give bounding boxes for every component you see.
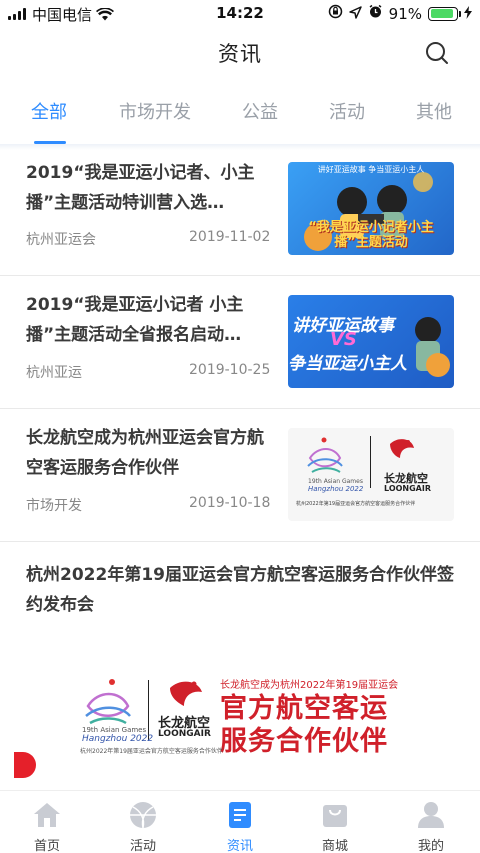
tab-other[interactable]: 其他: [416, 98, 452, 124]
thumb-line-2: 争当亚运小主人: [288, 354, 407, 374]
status-left: 中国电信: [8, 4, 188, 25]
banner-small-text: 长龙航空成为杭州2022年第19届亚运会: [220, 680, 399, 691]
status-right: 91%: [328, 4, 472, 23]
tab-market[interactable]: 市场开发: [119, 98, 191, 124]
nav-label: 活动: [129, 839, 156, 853]
wifi-icon: [96, 7, 115, 21]
banner-big-text: 官方航空客运 服务合作伙伴: [220, 692, 388, 758]
news-banner-image: 19th Asian Games Hangzhou 2022 长龙航空 LOON…: [70, 668, 410, 768]
charging-icon: [464, 5, 472, 23]
asian-games-logo: [307, 436, 414, 488]
thumb-vs: VS: [330, 329, 357, 350]
bottom-nav: 首页 活动 资讯 商城 我的: [0, 790, 480, 853]
alarm-icon: [368, 4, 383, 23]
ball-icon: [130, 802, 156, 829]
battery-percent: 91%: [388, 4, 422, 23]
banner-games: 19th Asian Games: [82, 726, 147, 734]
tab-charity[interactable]: 公益: [242, 98, 278, 124]
rotation-lock-icon: [328, 4, 343, 23]
tab-events[interactable]: 活动: [329, 98, 365, 124]
news-date: 2019-10-25: [189, 362, 271, 378]
news-title: 2019“我是亚运小记者、小主播”主题活动特训营入选…: [26, 163, 255, 213]
news-thumbnail: 讲好亚运故事 争当亚运小主人 “我是亚运小记者小主播”主题活动: [288, 162, 454, 255]
news-thumbnail: 讲好亚运故事 VS 争当亚运小主人: [288, 295, 454, 388]
nav-activities[interactable]: 活动: [103, 791, 183, 853]
nav-label: 资讯: [226, 839, 253, 853]
news-item[interactable]: 2019“我是亚运小记者 小主播”主题活动全省报名启动… 杭州亚运 2019-1…: [0, 276, 480, 409]
banner-city: Hangzhou 2022: [82, 734, 154, 744]
status-bar: 中国电信 14:22 91%: [0, 0, 480, 28]
thumb-brand-en: LOONGAIR: [384, 484, 432, 493]
news-source: 市场开发: [26, 498, 82, 514]
thumb-text: “我是亚运小记者小主播”主题活动: [308, 220, 434, 250]
battery-level: [430, 9, 454, 18]
category-tabs: 全部 市场开发 公益 活动 其他: [0, 86, 480, 146]
app-header: 资讯: [0, 28, 480, 78]
thumb-games: 19th Asian Games: [308, 478, 363, 485]
tab-all[interactable]: 全部: [31, 98, 67, 124]
search-button[interactable]: [424, 40, 450, 66]
profile-icon: [418, 802, 444, 828]
news-item[interactable]: 长龙航空成为杭州亚运会官方航空客运服务合作伙伴 市场开发 2019-10-18 …: [0, 409, 480, 542]
carrier-label: 中国电信: [32, 5, 93, 24]
news-source: 杭州亚运会: [26, 232, 96, 248]
news-icon: [229, 802, 251, 828]
news-source: 杭州亚运: [26, 365, 82, 381]
news-date: 2019-11-02: [189, 229, 271, 245]
news-date: 2019-10-18: [189, 495, 271, 511]
news-title: 2019“我是亚运小记者 小主播”主题活动全省报名启动…: [26, 295, 244, 345]
news-thumbnail: 19th Asian Games Hangzhou 2022 长龙航空 LOON…: [288, 428, 454, 521]
news-title: 长龙航空成为杭州亚运会官方航空客运服务合作伙伴: [26, 428, 264, 478]
search-icon: [426, 42, 448, 64]
nav-news[interactable]: 资讯: [200, 791, 280, 853]
page-title: 资讯: [218, 42, 262, 66]
thumb-city: Hangzhou 2022: [308, 485, 364, 493]
nav-home[interactable]: 首页: [7, 791, 87, 853]
banner-caption: 杭州2022年第19届亚运会官方航空客运服务合作伙伴: [80, 748, 223, 755]
nav-label: 首页: [33, 839, 60, 853]
nav-label: 商城: [321, 839, 348, 853]
nav-shop[interactable]: 商城: [295, 791, 375, 853]
home-icon: [34, 803, 60, 827]
thumb-caption: 讲好亚运故事 争当亚运小主人: [317, 165, 425, 174]
news-title: 杭州2022年第19届亚运会官方航空客运服务合作伙伴签约发布会: [26, 565, 454, 615]
banner-big-line-2: 服务合作伙伴: [220, 726, 388, 757]
nav-label: 我的: [417, 839, 444, 853]
thumb-caption: 杭州2022年第19届亚运会官方航空客运服务合作伙伴: [296, 501, 416, 507]
signal-icon: [8, 8, 26, 20]
banner-brand-en: LOONGAIR: [158, 729, 211, 739]
news-item[interactable]: 2019“我是亚运小记者、小主播”主题活动特训营入选… 杭州亚运会 2019-1…: [0, 146, 480, 276]
battery-icon: [428, 6, 461, 21]
shop-icon: [323, 805, 347, 827]
nav-profile[interactable]: 我的: [391, 791, 471, 853]
location-icon: [348, 5, 362, 23]
banner-big-line-1: 官方航空客运: [220, 693, 388, 724]
